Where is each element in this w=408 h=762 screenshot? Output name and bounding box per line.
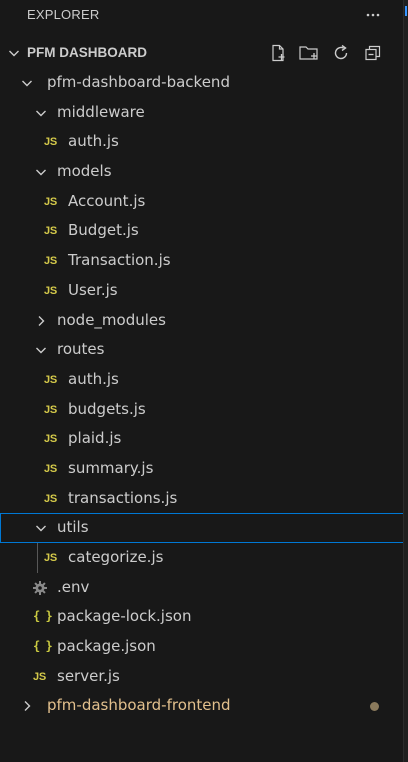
js-file-icon: JS [44,255,57,268]
js-file-icon: JS [44,462,57,475]
chevron-down-icon [33,342,49,358]
chevron-down-icon [33,164,49,180]
tree-file-package-lock[interactable]: { } package-lock.json [0,602,404,632]
js-file-icon: JS [44,433,57,446]
file-label: transactions.js [68,488,178,507]
json-file-icon: { } [33,639,53,654]
explorer-title: EXPLORER [27,7,100,22]
file-label: server.js [57,666,120,685]
tree-folder-middleware[interactable]: middleware [0,98,404,128]
tree-file-user[interactable]: JS User.js [0,276,404,306]
explorer-panel: EXPLORER PFM DASHBOARD pfm-dashboard-bac [0,0,404,762]
new-file-icon[interactable] [267,43,289,63]
gear-icon [32,580,48,596]
workspace-section-header[interactable]: PFM DASHBOARD [0,38,404,68]
js-file-icon: JS [44,373,57,386]
explorer-header: EXPLORER [0,0,404,30]
tree-folder-routes[interactable]: routes [0,335,404,365]
collapse-all-icon[interactable] [362,43,384,63]
folder-label: utils [57,518,89,537]
tree-file-server[interactable]: JS server.js [0,662,404,692]
editor-peek [405,6,407,16]
tree-file-package-json[interactable]: { } package.json [0,632,404,662]
folder-label: models [57,162,112,181]
file-label: auth.js [68,369,119,388]
js-file-icon: JS [44,225,57,238]
tree-file-middleware-auth[interactable]: JS auth.js [0,127,404,157]
chevron-down-icon [33,520,49,536]
file-label: budgets.js [68,399,146,418]
modified-dot-icon [370,702,379,712]
chevron-right-icon [19,698,35,714]
tree-file-summary[interactable]: JS summary.js [0,454,404,484]
file-label: Account.js [68,191,146,210]
file-label: Transaction.js [68,251,171,270]
tree-file-transaction[interactable]: JS Transaction.js [0,246,404,276]
file-label: Budget.js [68,221,139,240]
chevron-right-icon [33,313,49,329]
file-label: .env [57,577,90,596]
js-file-icon: JS [44,195,57,208]
folder-label: routes [57,340,105,359]
file-label: plaid.js [68,429,122,448]
chevron-down-icon [6,45,22,61]
editor-edge [403,0,408,762]
refresh-icon[interactable] [330,43,352,63]
tree-file-budget[interactable]: JS Budget.js [0,216,404,246]
tree-file-account[interactable]: JS Account.js [0,187,404,217]
js-file-icon: JS [33,670,46,683]
tree-file-plaid[interactable]: JS plaid.js [0,424,404,454]
tree-file-budgets[interactable]: JS budgets.js [0,395,404,425]
folder-label: pfm-dashboard-backend [47,73,230,91]
ellipsis-icon[interactable] [362,6,384,24]
tree-folder-utils[interactable]: utils [0,513,404,543]
new-folder-icon[interactable] [298,43,320,63]
file-label: package.json [57,637,156,656]
js-file-icon: JS [44,284,57,297]
file-label: package-lock.json [57,607,192,626]
file-tree: pfm-dashboard-backend middleware JS auth… [0,68,404,721]
tree-file-transactions[interactable]: JS transactions.js [0,484,404,514]
file-label: auth.js [68,132,119,151]
file-label: categorize.js [68,548,164,566]
chevron-down-icon [33,105,49,121]
tree-file-categorize[interactable]: JS categorize.js [0,543,404,573]
folder-label: pfm-dashboard-frontend [47,696,231,715]
tree-folder-backend[interactable]: pfm-dashboard-backend [0,68,404,98]
tree-file-routes-auth[interactable]: JS auth.js [0,365,404,395]
file-label: summary.js [68,458,154,477]
indent-guide [37,543,38,573]
json-file-icon: { } [33,609,53,624]
js-file-icon: JS [44,136,57,149]
tree-folder-models[interactable]: models [0,157,404,187]
js-file-icon: JS [44,492,57,505]
folder-label: node_modules [57,310,166,329]
tree-folder-frontend[interactable]: pfm-dashboard-frontend [0,691,404,721]
js-file-icon: JS [44,552,57,564]
js-file-icon: JS [44,403,57,416]
tree-file-env[interactable]: .env [0,573,404,603]
tree-folder-node-modules[interactable]: node_modules [0,306,404,336]
workspace-title: PFM DASHBOARD [27,45,147,60]
folder-label: middleware [57,102,145,121]
chevron-down-icon [19,75,35,91]
file-label: User.js [68,280,118,299]
